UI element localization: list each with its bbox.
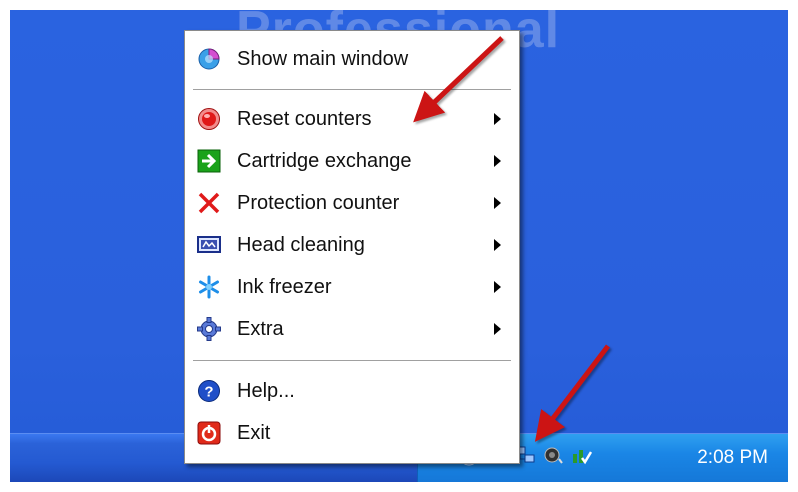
submenu-arrow-icon xyxy=(494,239,501,251)
exit-icon xyxy=(197,421,221,445)
menu-item-label: Ink freezer xyxy=(237,275,332,298)
menu-item-help[interactable]: ? Help... xyxy=(185,371,519,411)
menu-item-reset-counters[interactable]: Reset counters xyxy=(185,99,519,139)
menu-separator xyxy=(193,89,511,91)
menu-item-exit[interactable]: Exit xyxy=(185,413,519,453)
menu-item-label: Cartridge exchange xyxy=(237,149,412,172)
menu-separator xyxy=(193,360,511,362)
print-head-icon xyxy=(197,233,221,257)
red-record-icon xyxy=(197,107,221,131)
tray-context-menu: Show main window Reset counters Cartridg… xyxy=(184,30,520,464)
submenu-arrow-icon xyxy=(494,113,501,125)
menu-item-show-main-window[interactable]: Show main window xyxy=(185,39,519,79)
red-x-icon xyxy=(197,191,221,215)
menu-item-label: Extra xyxy=(237,317,284,340)
menu-item-label: Show main window xyxy=(237,47,409,70)
gear-icon xyxy=(197,317,221,341)
menu-item-label: Head cleaning xyxy=(237,233,365,256)
menu-item-extra[interactable]: Extra xyxy=(185,309,519,349)
menu-item-cartridge-exchange[interactable]: Cartridge exchange xyxy=(185,141,519,181)
menu-item-head-cleaning[interactable]: Head cleaning xyxy=(185,225,519,265)
chart-check-icon[interactable] xyxy=(570,444,593,466)
svg-text:?: ? xyxy=(204,384,213,401)
menu-item-protection-counter[interactable]: Protection counter xyxy=(185,183,519,223)
menu-item-label: Help... xyxy=(237,379,295,402)
submenu-arrow-icon xyxy=(494,323,501,335)
snowflake-icon xyxy=(197,275,221,299)
help-icon: ? xyxy=(197,379,221,403)
submenu-arrow-icon xyxy=(494,197,501,209)
green-arrow-icon xyxy=(197,149,221,173)
speaker-icon[interactable] xyxy=(542,444,564,466)
pie-chart-icon xyxy=(197,47,221,71)
menu-item-label: Exit xyxy=(237,421,271,444)
screenshot-frame: Professional ? xyxy=(10,10,788,482)
submenu-arrow-icon xyxy=(494,281,501,293)
menu-item-label: Protection counter xyxy=(237,191,400,214)
menu-item-ink-freezer[interactable]: Ink freezer xyxy=(185,267,519,307)
menu-item-label: Reset counters xyxy=(237,107,372,130)
submenu-arrow-icon xyxy=(494,155,501,167)
taskbar-clock[interactable]: 2:08 PM xyxy=(697,447,768,469)
